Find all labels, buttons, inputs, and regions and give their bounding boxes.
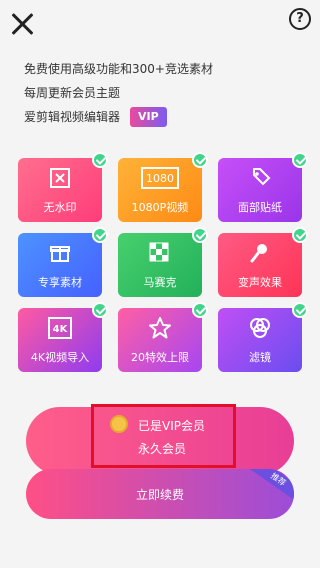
no-watermark-icon [18,165,102,191]
feature-label: 滤镜 [249,351,271,364]
feature-exclusive-material[interactable]: 专享素材 [18,227,108,297]
close-icon[interactable] [10,11,36,37]
check-icon [92,152,108,168]
check-icon [92,227,108,243]
intro-line-1: 免费使用高级功能和300+竞选素材 [24,62,213,76]
top-bar: ? [0,0,320,48]
filter-icon [218,315,302,341]
check-icon [292,302,308,318]
feature-grid: 无水印 1080 1080P视频 面部贴纸 专享素材 马赛克 变声效果 4K 4… [18,152,308,372]
check-icon [192,227,208,243]
feature-label: 20特效上限 [131,351,189,364]
feature-label: 4K视频导入 [30,351,90,364]
feature-20-effects[interactable]: 20特效上限 [118,302,208,372]
check-icon [92,302,108,318]
vip-status-text: 已是VIP会员 [138,419,205,433]
4k-icon: 4K [18,315,102,341]
feature-1080p[interactable]: 1080 1080P视频 [118,152,208,222]
intro-line-2: 每周更新会员主题 [24,86,121,100]
feature-label: 马赛克 [143,276,177,289]
vip-badge: VIP [130,107,167,127]
microphone-icon [218,240,302,266]
1080-icon: 1080 [118,165,202,191]
intro-text: 免费使用高级功能和300+竞选素材 每周更新会员主题 爱剪辑视频编辑器 VIP [24,57,213,129]
feature-label: 面部贴纸 [238,201,282,214]
feature-label: 变声效果 [238,276,282,289]
feature-label: 专享素材 [38,276,82,289]
feature-label: 无水印 [43,201,77,214]
feature-label: 1080P视频 [131,201,189,214]
feature-face-sticker[interactable]: 面部贴纸 [218,152,308,222]
gift-icon [18,240,102,266]
check-icon [292,152,308,168]
app-name: 爱剪辑视频编辑器 [24,110,121,124]
renew-label: 立即续费 [135,488,184,502]
feature-no-watermark[interactable]: 无水印 [18,152,108,222]
vip-duration-text: 永久会员 [138,442,187,456]
renew-button[interactable]: 立即续费 推荐 [26,469,294,519]
help-icon[interactable]: ? [289,8,311,30]
feature-voice-change[interactable]: 变声效果 [218,227,308,297]
check-icon [192,302,208,318]
check-icon [292,227,308,243]
mosaic-icon [118,240,202,266]
feature-4k-import[interactable]: 4K 4K视频导入 [18,302,108,372]
svg-text:4K: 4K [53,324,69,335]
feature-mosaic[interactable]: 马赛克 [118,227,208,297]
check-icon [192,152,208,168]
svg-text:1080: 1080 [146,172,174,185]
star-icon [118,315,202,341]
medal-icon [110,415,128,433]
highlight-box [91,404,236,468]
feature-filter[interactable]: 滤镜 [218,302,308,372]
intro-line-3: 爱剪辑视频编辑器 VIP [24,105,213,129]
tag-icon [218,165,302,191]
